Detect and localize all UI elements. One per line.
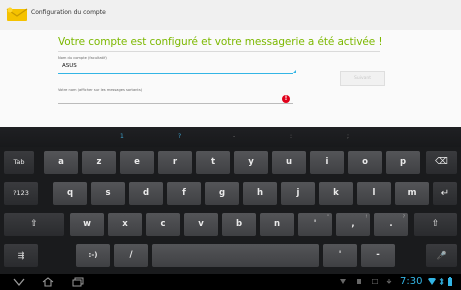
key-alt-char: ? bbox=[402, 214, 405, 219]
key-slash[interactable]: / bbox=[114, 244, 148, 267]
divider bbox=[58, 51, 380, 52]
keyboard-status-icon bbox=[340, 279, 346, 284]
status-clock: 7:30 bbox=[400, 276, 423, 287]
key-u[interactable]: u bbox=[272, 151, 306, 174]
key-alt-char: ! bbox=[365, 214, 367, 219]
field-corner-indicator bbox=[293, 70, 296, 73]
key-d[interactable]: d bbox=[129, 182, 163, 205]
key-f[interactable]: f bbox=[167, 182, 201, 205]
key-hint: : bbox=[290, 133, 293, 140]
space-bar[interactable] bbox=[152, 244, 319, 267]
your-name-field[interactable] bbox=[58, 92, 293, 102]
key-i[interactable]: i bbox=[310, 151, 344, 174]
key-h[interactable]: h bbox=[243, 182, 277, 205]
key-alt-char: " bbox=[327, 214, 329, 219]
keyboard: 1 ? - : ; Tab a z e r t y u i o p ⌫ ?123… bbox=[0, 127, 461, 274]
window-title: Configuration du compte bbox=[31, 9, 106, 16]
account-name-underline bbox=[58, 73, 293, 74]
backspace-key[interactable]: ⌫ bbox=[426, 151, 457, 174]
microphone-key[interactable]: 🎤 bbox=[426, 244, 457, 267]
key-b[interactable]: b bbox=[222, 213, 256, 236]
back-icon[interactable] bbox=[12, 277, 26, 287]
tab-key[interactable]: Tab bbox=[4, 151, 34, 174]
wifi-icon bbox=[428, 278, 436, 285]
usb-icon bbox=[357, 279, 361, 284]
key-label: . bbox=[389, 219, 393, 229]
error-icon[interactable]: ! bbox=[282, 95, 290, 103]
key-c[interactable]: c bbox=[146, 213, 180, 236]
key-o[interactable]: o bbox=[348, 151, 382, 174]
key-j[interactable]: j bbox=[281, 182, 315, 205]
email-app-icon[interactable] bbox=[6, 7, 28, 22]
key-label: , bbox=[351, 219, 355, 229]
key-q[interactable]: q bbox=[53, 182, 87, 205]
key-g[interactable]: g bbox=[205, 182, 239, 205]
next-button[interactable]: Suivant bbox=[340, 71, 385, 86]
suggestion-strip: 1 ? - : ; bbox=[0, 127, 461, 147]
key-a[interactable]: a bbox=[44, 151, 78, 174]
key-s[interactable]: s bbox=[91, 182, 125, 205]
key-hint: 1 bbox=[120, 133, 124, 140]
symbols-key[interactable]: ?123 bbox=[4, 182, 38, 205]
key-v[interactable]: v bbox=[184, 213, 218, 236]
screenshot-icon bbox=[372, 279, 378, 284]
key-w[interactable]: w bbox=[70, 213, 104, 236]
key-y[interactable]: y bbox=[234, 151, 268, 174]
key-l[interactable]: l bbox=[357, 182, 391, 205]
account-setup-form: Votre compte est configuré et votre mess… bbox=[0, 30, 461, 127]
key-period[interactable]: .? bbox=[374, 213, 408, 236]
bluetooth-icon bbox=[439, 278, 444, 285]
system-navigation-bar: 7:30 bbox=[0, 274, 461, 290]
key-hyphen[interactable]: - bbox=[361, 244, 395, 267]
key-p[interactable]: p bbox=[386, 151, 420, 174]
shift-key-left[interactable]: ⇧ bbox=[4, 213, 64, 236]
smiley-key[interactable]: :-) bbox=[76, 244, 110, 267]
your-name-underline bbox=[58, 103, 293, 104]
enter-key[interactable]: ↵ bbox=[433, 182, 457, 205]
key-hint: ? bbox=[178, 133, 182, 140]
key-label: ' bbox=[313, 219, 317, 229]
key-e[interactable]: e bbox=[120, 151, 154, 174]
key-z[interactable]: z bbox=[82, 151, 116, 174]
key-apostrophe[interactable]: ' " bbox=[298, 213, 332, 236]
download-icon bbox=[386, 279, 392, 284]
key-m[interactable]: m bbox=[395, 182, 429, 205]
key-r[interactable]: r bbox=[158, 151, 192, 174]
key-n[interactable]: n bbox=[260, 213, 294, 236]
settings-key[interactable]: ⇶ bbox=[4, 244, 38, 267]
key-hint: ; bbox=[347, 133, 350, 140]
battery-icon bbox=[448, 277, 452, 286]
key-t[interactable]: t bbox=[196, 151, 230, 174]
key-x[interactable]: x bbox=[108, 213, 142, 236]
home-icon[interactable] bbox=[42, 277, 54, 287]
key-apostrophe-2[interactable]: ' bbox=[323, 244, 357, 267]
key-comma[interactable]: ,! bbox=[336, 213, 370, 236]
account-name-label: Nom du compte (facultatif) bbox=[58, 56, 107, 60]
page-title: Votre compte est configuré et votre mess… bbox=[58, 36, 383, 48]
account-name-field[interactable]: ASUS bbox=[62, 63, 77, 69]
key-hint: - bbox=[233, 133, 236, 140]
shift-key-right[interactable]: ⇧ bbox=[414, 213, 457, 236]
title-bar: Configuration du compte bbox=[0, 0, 461, 30]
key-k[interactable]: k bbox=[319, 182, 353, 205]
recent-apps-icon[interactable] bbox=[72, 277, 84, 287]
